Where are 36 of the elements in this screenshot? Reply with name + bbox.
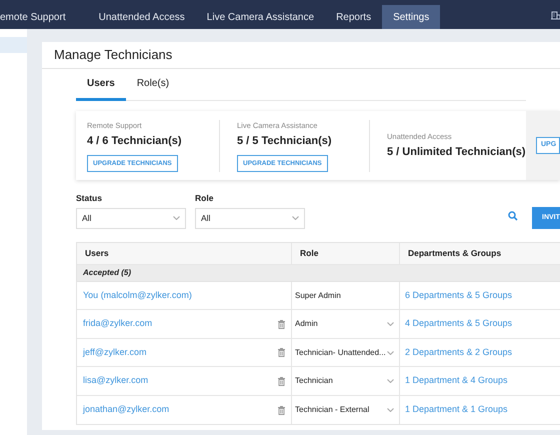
dropdown-value: All	[82, 212, 92, 225]
user-email-link[interactable]: jonathan@zylker.com	[83, 403, 170, 417]
role-text: Super Admin	[295, 290, 341, 302]
panel-title: Manage Technicians	[42, 42, 560, 69]
departments-link[interactable]: 1 Department & 4 Groups	[405, 374, 508, 388]
license-count: 5 / 5 Technician(s)	[237, 134, 333, 149]
role-text: Technician- Unattended...	[295, 346, 386, 358]
departments-link[interactable]: 4 Departments & 5 Groups	[405, 317, 512, 331]
user-email-link[interactable]: frida@zylker.com	[83, 317, 152, 331]
departments-link[interactable]: 6 Departments & 5 Groups	[405, 288, 512, 302]
departments-link[interactable]: 2 Departments & 2 Groups	[405, 346, 512, 360]
nav-tab[interactable]: Live Camera Assistance	[196, 5, 326, 29]
user-email-link[interactable]: lisa@zylker.com	[83, 374, 148, 388]
nav-tab[interactable]: Reports	[325, 5, 382, 29]
user-email-link[interactable]: You (malcolm@zylker.com)	[83, 288, 192, 302]
filter-dropdown[interactable]: All	[195, 208, 305, 229]
nav-tab[interactable]: emote Support	[0, 5, 88, 29]
role-text: Admin	[295, 318, 318, 330]
column-header: Users	[85, 246, 109, 260]
nav-tab[interactable]: Settings	[382, 5, 440, 29]
group-label: Accepted (5)	[83, 266, 132, 279]
tab[interactable]: Users	[76, 69, 126, 101]
tab[interactable]: Role(s)	[126, 69, 180, 101]
role-text: Technician - External	[295, 404, 370, 416]
filter-label: Status	[76, 192, 103, 205]
role-text: Technician	[295, 375, 333, 387]
license-count: 4 / 6 Technician(s)	[87, 134, 183, 149]
nav-tab[interactable]: Unattended Access	[88, 5, 196, 29]
filter-dropdown[interactable]: All	[76, 208, 186, 229]
license-count: 5 / Unlimited Technician(s)	[387, 144, 526, 160]
column-header: Role	[300, 246, 318, 260]
dropdown-value: All	[201, 212, 210, 225]
user-email-link[interactable]: jeff@zylker.com	[83, 346, 146, 360]
filter-label: Role	[195, 192, 214, 205]
departments-link[interactable]: 1 Department & 1 Groups	[405, 403, 508, 417]
column-header: Departments & Groups	[408, 246, 502, 260]
